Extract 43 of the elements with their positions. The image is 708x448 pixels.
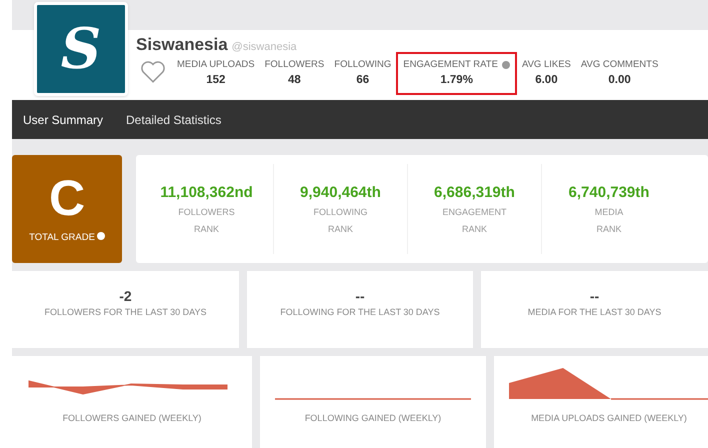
chart-label: FOLLOWING GAINED (WEEKLY) (304, 412, 442, 425)
rank-sublabel: RANK (596, 222, 622, 236)
stat-label: AVG LIKES (522, 58, 571, 72)
period-label: MEDIA FOR THE LAST 30 DAYS (528, 306, 662, 319)
stat-value: 1.79% (440, 72, 473, 88)
chart-label: FOLLOWERS GAINED (WEEKLY) (62, 412, 202, 425)
rank-label: FOLLOWING (313, 206, 368, 220)
period-label: FOLLOWING FOR THE LAST 30 DAYS (280, 306, 440, 319)
stat-label: AVG COMMENTS (580, 58, 658, 72)
nav-tab[interactable]: Detailed Statistics (126, 110, 222, 128)
period-value: -2 (119, 289, 132, 303)
chart-label: MEDIA UPLOADS GAINED (WEEKLY) (531, 412, 687, 425)
stat-value: 6.00 (535, 72, 558, 88)
rank-value: 11,108,362nd (160, 182, 253, 203)
help-icon[interactable] (502, 60, 510, 69)
stat-value: 152 (206, 72, 226, 88)
period-label: FOLLOWERS FOR THE LAST 30 DAYS (44, 306, 207, 319)
rank-label: FOLLOWERS (178, 206, 235, 220)
grade-label: TOTAL GRADE (29, 230, 95, 245)
stat-value: 48 (288, 72, 301, 88)
rank-sublabel: RANK (194, 222, 219, 236)
stat-label: FOLLOWING (334, 58, 392, 72)
period-value: -- (355, 289, 365, 303)
help-icon[interactable] (96, 232, 105, 240)
stat-label: MEDIA UPLOADS (177, 58, 255, 72)
profile-name: Siswanesia (136, 34, 228, 56)
stat-label: ENGAGEMENT RATE (403, 58, 498, 72)
period-value: -- (590, 289, 600, 303)
rank-value: 6,740,739th (568, 182, 650, 203)
stat-value: 66 (356, 72, 370, 88)
rank-value: 9,940,464th (300, 182, 381, 203)
profile-handle: @siswanesia (232, 40, 297, 55)
stat-label: FOLLOWERS (264, 58, 324, 72)
heart-icon[interactable] (140, 60, 166, 84)
rank-label: ENGAGEMENT (442, 206, 506, 220)
rank-value: 6,686,319th (434, 182, 515, 203)
rank-sublabel: RANK (328, 222, 353, 236)
rank-sublabel: RANK (462, 222, 487, 236)
rank-label: MEDIA (594, 206, 624, 220)
logo-letter: S (60, 21, 102, 77)
grade-letter: C (48, 172, 86, 223)
nav-tab[interactable]: User Summary (23, 110, 104, 128)
stat-value: 0.00 (608, 72, 631, 88)
